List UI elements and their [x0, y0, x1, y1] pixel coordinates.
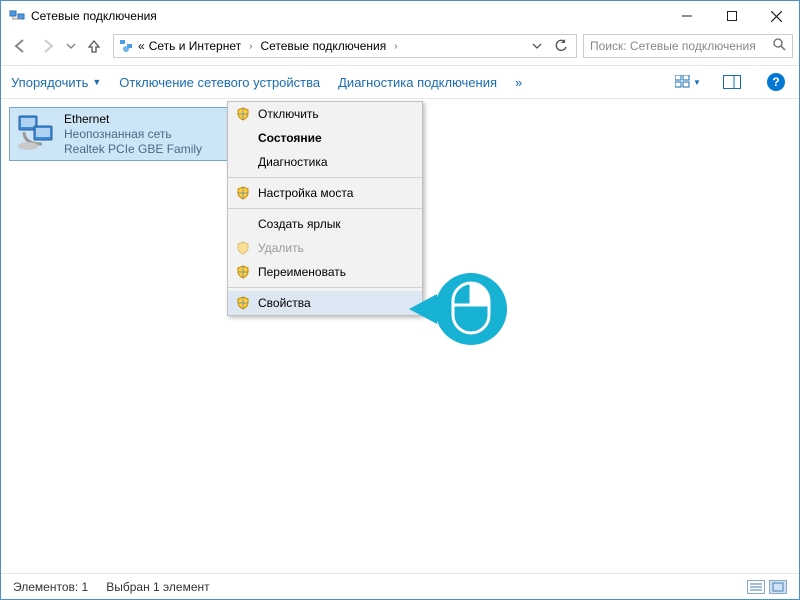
adapter-info: Ethernet Неопознанная сеть Realtek PCIe …	[64, 112, 202, 156]
window-title: Сетевые подключения	[31, 9, 664, 23]
diagnose-connection-button[interactable]: Диагностика подключения	[338, 75, 497, 90]
address-bar[interactable]: « Сеть и Интернет › Сетевые подключения …	[113, 34, 577, 58]
context-menu: Отключить Состояние Диагностика Настройк…	[227, 101, 423, 316]
view-options-button[interactable]: ▼	[675, 69, 701, 95]
menu-separator	[228, 287, 422, 288]
breadcrumb-segment-1[interactable]: Сеть и Интернет	[149, 39, 241, 53]
search-input[interactable]: Поиск: Сетевые подключения	[583, 34, 793, 58]
network-connections-icon	[9, 8, 25, 24]
chevron-down-icon: ▼	[92, 77, 101, 87]
status-bar: Элементов: 1 Выбран 1 элемент	[1, 573, 799, 599]
disable-device-button[interactable]: Отключение сетевого устройства	[119, 75, 320, 90]
search-icon	[773, 38, 786, 54]
shield-icon	[236, 107, 250, 121]
adapter-device: Realtek PCIe GBE Family	[64, 142, 202, 156]
menu-separator	[228, 177, 422, 178]
menu-item-create-shortcut[interactable]: Создать ярлык	[228, 212, 422, 236]
mouse-hint-overlay	[409, 269, 519, 349]
menu-item-status[interactable]: Состояние	[228, 126, 422, 150]
search-placeholder: Поиск: Сетевые подключения	[590, 39, 756, 53]
menu-item-properties[interactable]: Свойства	[228, 291, 422, 315]
chevron-right-icon[interactable]: ›	[245, 41, 256, 52]
shield-icon	[236, 265, 250, 279]
back-button[interactable]	[7, 33, 33, 59]
menu-item-delete: Удалить	[228, 236, 422, 260]
recent-locations-button[interactable]	[63, 33, 79, 59]
chevron-down-icon: ▼	[693, 78, 701, 87]
window: Сетевые подключения	[0, 0, 800, 600]
menu-separator	[228, 208, 422, 209]
forward-button[interactable]	[35, 33, 61, 59]
navigation-bar: « Сеть и Интернет › Сетевые подключения …	[1, 31, 799, 65]
shield-icon	[236, 186, 250, 200]
chevron-right-icon[interactable]: ›	[390, 41, 401, 52]
refresh-button[interactable]	[550, 35, 572, 57]
up-button[interactable]	[81, 33, 107, 59]
breadcrumb-segment-2[interactable]: Сетевые подключения	[260, 39, 386, 53]
adapter-name: Ethernet	[64, 112, 202, 127]
address-dropdown-button[interactable]	[526, 35, 548, 57]
menu-item-disable[interactable]: Отключить	[228, 102, 422, 126]
organize-button[interactable]: Упорядочить ▼	[11, 75, 101, 90]
status-selection: Выбран 1 элемент	[106, 580, 209, 594]
large-icons-view-icon[interactable]	[769, 580, 787, 594]
details-view-icon[interactable]	[747, 580, 765, 594]
help-button[interactable]: ?	[763, 69, 789, 95]
more-commands-button[interactable]: »	[515, 75, 522, 90]
titlebar: Сетевые подключения	[1, 1, 799, 31]
menu-item-rename[interactable]: Переименовать	[228, 260, 422, 284]
ethernet-adapter-icon	[16, 112, 58, 154]
content-area[interactable]: Ethernet Неопознанная сеть Realtek PCIe …	[1, 99, 799, 573]
view-mode-toggle[interactable]	[747, 580, 787, 594]
close-button[interactable]	[754, 1, 799, 31]
preview-pane-button[interactable]	[719, 69, 745, 95]
menu-item-diagnose[interactable]: Диагностика	[228, 150, 422, 174]
shield-icon	[236, 296, 250, 310]
command-bar: Упорядочить ▼ Отключение сетевого устрой…	[1, 65, 799, 99]
status-item-count: Элементов: 1	[13, 580, 88, 594]
menu-item-bridge[interactable]: Настройка моста	[228, 181, 422, 205]
window-controls	[664, 1, 799, 31]
network-icon	[118, 37, 134, 56]
maximize-button[interactable]	[709, 1, 754, 31]
minimize-button[interactable]	[664, 1, 709, 31]
adapter-status: Неопознанная сеть	[64, 127, 202, 142]
breadcrumb-prefix: «	[138, 39, 145, 53]
shield-icon	[236, 241, 250, 255]
